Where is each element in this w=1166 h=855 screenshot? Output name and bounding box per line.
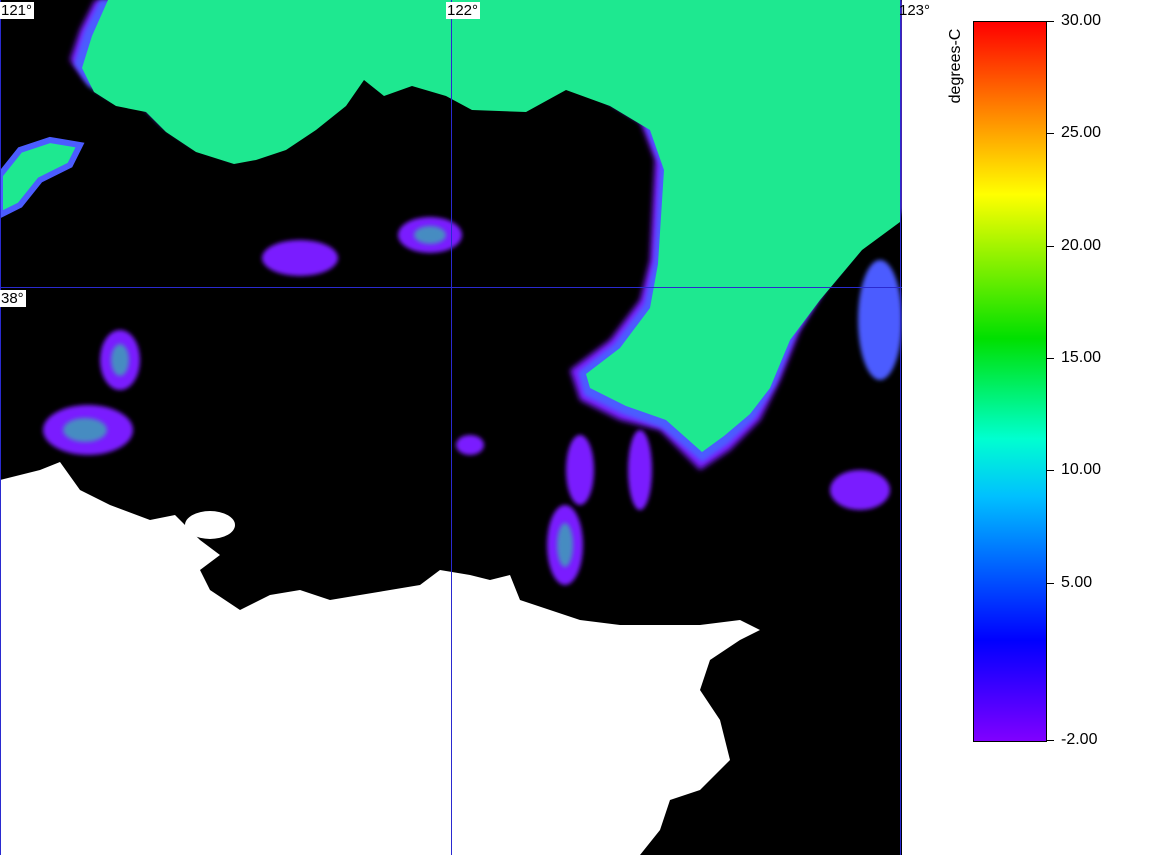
cool-patch-core [111, 344, 129, 376]
lat-label-38: 38° [0, 290, 26, 307]
colorbar [973, 21, 1047, 742]
land-cape [185, 511, 235, 539]
land-mass [0, 462, 760, 855]
colorbar-tick-label: 15.00 [1061, 349, 1102, 366]
cool-patch [566, 435, 594, 505]
colorbar-tick [1046, 470, 1054, 471]
cool-patch [262, 240, 338, 276]
colorbar-tick-label: 25.00 [1061, 124, 1102, 141]
colorbar-tick-label: 20.00 [1061, 237, 1102, 254]
map-panel[interactable]: 121° 122° 38° [0, 0, 902, 855]
colorbar-title-text: degrees-C [947, 28, 964, 104]
western-warm-tongue [0, 136, 85, 219]
colorbar-tick [1046, 133, 1054, 134]
cool-patch-core [63, 418, 107, 442]
colorbar-tick-label: -2.00 [1061, 731, 1098, 748]
lon-label-121: 121° [0, 2, 35, 19]
colorbar-tick [1046, 583, 1054, 584]
colorbar-tick [1046, 358, 1054, 359]
colorbar-tick-label: 10.00 [1061, 461, 1102, 478]
colorbar-tick-label: 5.00 [1061, 574, 1093, 591]
sea-temperature-map [0, 0, 902, 855]
lon-label-123: 123° [899, 2, 931, 19]
cool-patch-cores [63, 226, 573, 567]
land-southwest [0, 462, 760, 855]
cool-patch-core [414, 226, 446, 244]
colorbar-tick-label: 30.00 [1061, 12, 1102, 29]
colorbar-title: degrees-C [946, 14, 966, 118]
cool-patch-core [557, 523, 573, 567]
colorbar-tick [1046, 740, 1054, 741]
cool-patch [628, 430, 652, 510]
cool-patch [456, 435, 484, 455]
cool-patch [830, 470, 890, 510]
lon-label-122: 122° [446, 2, 481, 19]
cool-patch [858, 260, 902, 380]
colorbar-tick [1046, 21, 1054, 22]
colorbar-tick [1046, 246, 1054, 247]
